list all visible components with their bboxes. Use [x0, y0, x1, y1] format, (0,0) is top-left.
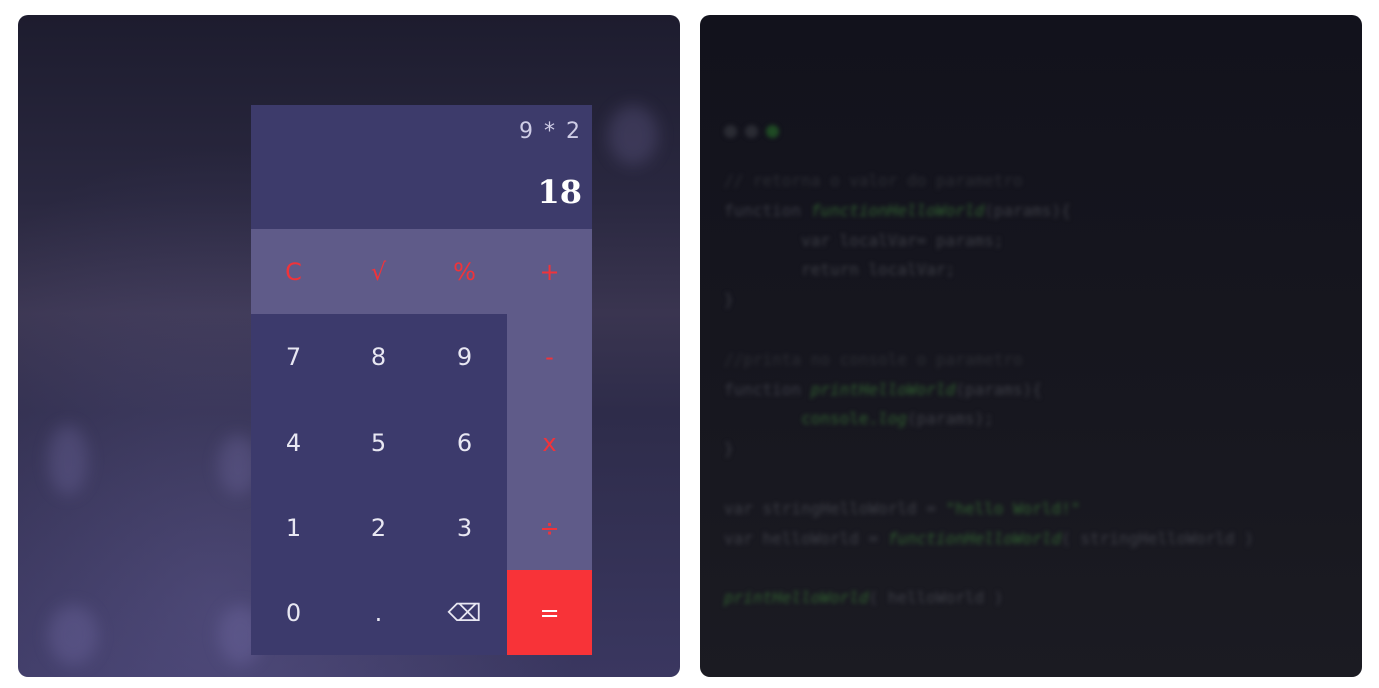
code-function-name: functionHelloWorld	[887, 528, 1062, 548]
code-text: (params);	[907, 409, 994, 429]
minimize-dot-icon[interactable]	[745, 125, 758, 138]
nine-button[interactable]: 9	[422, 314, 507, 399]
code-keyword: function	[724, 379, 811, 399]
three-button[interactable]: 3	[422, 485, 507, 570]
backspace-button[interactable]: ⌫	[422, 570, 507, 655]
percent-button[interactable]: %	[422, 229, 507, 314]
maximize-dot-icon[interactable]	[766, 125, 779, 138]
multiply-button[interactable]: x	[507, 400, 592, 485]
code-text: console.	[724, 409, 879, 429]
one-button[interactable]: 1	[251, 485, 336, 570]
code-line: printHelloWorld( helloWorld )	[724, 583, 1254, 613]
background-blur	[48, 425, 88, 495]
background-blur	[608, 105, 658, 165]
expression-display: 9 * 2	[519, 119, 582, 144]
code-function-name: functionHelloWorld	[810, 200, 985, 220]
code-text: ( stringHelloWorld )	[1061, 528, 1254, 548]
four-button[interactable]: 4	[251, 400, 336, 485]
calculator-display: 9 * 2 18	[251, 105, 592, 229]
code-line: function printHelloWorld(params){	[724, 375, 1254, 405]
code-line: //printa no console o parametro	[724, 349, 1023, 369]
code-line: return localVar;	[724, 260, 956, 280]
minus-button[interactable]: -	[507, 314, 592, 399]
code-line: }	[724, 290, 734, 310]
code-editor: // retorna o valor do parametro function…	[724, 125, 1254, 613]
code-text: (params){	[984, 200, 1071, 220]
code-line: var helloWorld = functionHelloWorld( str…	[724, 524, 1254, 554]
divide-button[interactable]: ÷	[507, 485, 592, 570]
calculator: 9 * 2 18 C √ % + 7 8 9 - 4 5 6 x 1 2 3 ÷…	[251, 105, 592, 655]
background-blur	[48, 605, 98, 665]
five-button[interactable]: 5	[336, 400, 421, 485]
code-line: function functionHelloWorld(params){	[724, 196, 1254, 226]
code-panel: // retorna o valor do parametro function…	[700, 15, 1362, 677]
seven-button[interactable]: 7	[251, 314, 336, 399]
code-line: var localVar= params;	[724, 230, 1004, 250]
code-line: console.log(params);	[724, 404, 1254, 434]
code-text: var helloWorld =	[724, 528, 888, 548]
eight-button[interactable]: 8	[336, 314, 421, 399]
code-line: }	[724, 439, 734, 459]
decimal-button[interactable]: .	[336, 570, 421, 655]
code-function-name: printHelloWorld	[724, 588, 869, 608]
code-function-name: printHelloWorld	[810, 379, 956, 399]
code-text: var stringHelloWorld =	[724, 498, 946, 518]
code-text: (params){	[955, 379, 1042, 399]
code-line: var stringHelloWorld = "hello World!"	[724, 494, 1254, 524]
window-controls	[724, 125, 1254, 138]
code-text: ( helloWorld )	[868, 588, 1004, 608]
equals-button[interactable]: =	[507, 570, 592, 655]
close-dot-icon[interactable]	[724, 125, 737, 138]
zero-button[interactable]: 0	[251, 570, 336, 655]
result-display: 18	[537, 173, 582, 211]
sqrt-button[interactable]: √	[336, 229, 421, 314]
keypad: C √ % + 7 8 9 - 4 5 6 x 1 2 3 ÷ 0 . ⌫ =	[251, 229, 592, 655]
code-keyword: function	[724, 200, 811, 220]
two-button[interactable]: 2	[336, 485, 421, 570]
code-line: // retorna o valor do parametro	[724, 171, 1023, 190]
code-function-name: log	[878, 409, 908, 429]
plus-button[interactable]: +	[507, 229, 592, 314]
calculator-panel: 9 * 2 18 C √ % + 7 8 9 - 4 5 6 x 1 2 3 ÷…	[18, 15, 680, 677]
clear-button[interactable]: C	[251, 229, 336, 314]
code-string: "hello World!"	[945, 498, 1081, 518]
six-button[interactable]: 6	[422, 400, 507, 485]
